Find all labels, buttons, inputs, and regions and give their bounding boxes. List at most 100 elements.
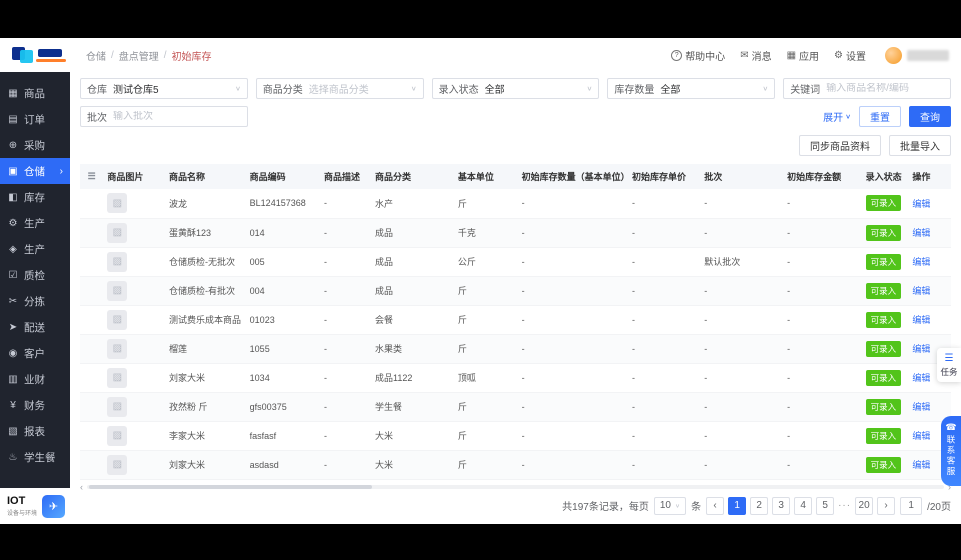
edit-link[interactable]: 编辑 [912, 286, 930, 296]
cell-initial-price: - [628, 189, 701, 219]
page-button[interactable]: 4 [794, 496, 813, 515]
cell-status: 可录入 [861, 363, 909, 393]
cell-batch: - [700, 189, 784, 219]
user-menu[interactable] [885, 46, 949, 64]
edit-link[interactable]: 编辑 [912, 228, 930, 238]
page-button[interactable]: 1 [728, 496, 747, 515]
cell-description: - [320, 450, 371, 480]
page-button[interactable]: 20 [855, 496, 874, 515]
edit-link[interactable]: 编辑 [912, 373, 930, 383]
sidebar-item-inventory[interactable]: ◧ 库存 [0, 184, 70, 210]
sidebar-item-reports[interactable]: ▧ 报表 [0, 418, 70, 444]
sidebar-item-business-finance[interactable]: ▥ 业财 [0, 366, 70, 392]
sidebar-item-warehouse[interactable]: ▣ 仓储 › [0, 158, 70, 184]
prev-page-button[interactable]: ‹ [706, 496, 725, 515]
entry-status-select[interactable]: 录入状态 全部 ∨ [431, 78, 600, 99]
stock-qty-select[interactable]: 库存数量 全部 ∨ [607, 78, 776, 99]
sidebar-item-purchase[interactable]: ⊕ 采购 [0, 132, 70, 158]
edit-link[interactable]: 编辑 [912, 199, 930, 209]
reset-button[interactable]: 重置 [859, 106, 901, 127]
cell-product-name: 仓储质检-有批次 [164, 276, 246, 306]
page-button[interactable]: 5 [816, 496, 835, 515]
apps-button[interactable]: ▦ 应用 [787, 48, 819, 63]
page-button[interactable]: 3 [772, 496, 791, 515]
headset-icon: ☎ [945, 422, 957, 432]
column-header: 录入状态 [861, 164, 909, 189]
edit-link[interactable]: 编辑 [912, 402, 930, 412]
sidebar-item-production-1[interactable]: ⚙ 生产 [0, 210, 70, 236]
warehouse-select[interactable]: 仓库 测试仓库5 ∨ [80, 78, 248, 99]
cell-product-code: fasfasf [245, 421, 321, 451]
factory-icon: ◈ [9, 243, 17, 255]
help-center-button[interactable]: ? 帮助中心 [671, 48, 725, 63]
search-button[interactable]: 查询 [909, 106, 951, 127]
table-row: ▨ 刘家大米 asdasd - 大米斤 - - - - 可录入 编辑 [80, 450, 951, 480]
edit-link[interactable]: 编辑 [912, 431, 930, 441]
scroll-left-icon[interactable]: ‹ [80, 482, 83, 492]
sidebar-item-quality[interactable]: ☑ 质检 [0, 262, 70, 288]
cell-product-name: 仓储质检-无批次 [164, 247, 246, 277]
cell-unit: 公斤 [453, 247, 518, 277]
sidebar-item-sorting[interactable]: ✂ 分拣 [0, 288, 70, 314]
sync-products-button[interactable]: 同步商品资料 [799, 135, 881, 156]
row-leading-cell [80, 247, 104, 277]
sidebar-item-student-meal[interactable]: ♨ 学生餐 [0, 444, 70, 470]
help-icon: ? [671, 49, 683, 61]
sidebar-item-finance[interactable]: ¥ 财务 [0, 392, 70, 418]
next-page-button[interactable]: › [877, 496, 896, 515]
meal-icon: ♨ [8, 451, 18, 463]
edit-link[interactable]: 编辑 [912, 344, 930, 354]
keyword-input[interactable] [826, 83, 944, 94]
sidebar-menu: ▦ 商品 ▤ 订单 ⊕ 采购 ▣ 仓储 › ◧ 库存 ⚙ 生产 ◈ 生产 ☑ 质检 ✂ 分拣 ➤ 配送 ◉ 客户 ▥ 业财 ¥ 财务… [0, 72, 70, 488]
page-size-select[interactable]: 10 ∨ [653, 496, 687, 515]
edit-link[interactable]: 编辑 [912, 315, 930, 325]
row-leading-cell [80, 305, 104, 335]
edit-link[interactable]: 编辑 [912, 460, 930, 470]
scrollbar-thumb[interactable] [89, 484, 372, 489]
page-jump-input[interactable]: 1 [900, 496, 923, 515]
sidebar-item-label: 商品 [24, 87, 45, 100]
sidebar-item-production-2[interactable]: ◈ 生产 [0, 236, 70, 262]
breadcrumb-item[interactable]: 仓储 [86, 48, 106, 63]
category-select[interactable]: 商品分类 选择商品分类 ∨ [255, 78, 424, 99]
chart-icon: ▧ [8, 425, 18, 437]
column-header: 商品编码 [245, 164, 321, 189]
sidebar-item-customer[interactable]: ◉ 客户 [0, 340, 70, 366]
chevron-down-icon: ∨ [845, 112, 851, 121]
expand-toggle[interactable]: 展开 ∨ [823, 109, 851, 124]
chevron-down-icon: ∨ [586, 84, 593, 93]
settings-button[interactable]: ⚙ 设置 [834, 48, 866, 63]
contact-support-float-button[interactable]: ☎ 联系客服 [941, 416, 961, 486]
column-header: 基本单位 [453, 164, 518, 189]
row-leading-cell [80, 392, 104, 422]
sidebar-item-orders[interactable]: ▤ 订单 [0, 106, 70, 132]
edit-link[interactable]: 编辑 [912, 257, 930, 267]
messages-button[interactable]: ✉ 消息 [740, 48, 771, 63]
page-button[interactable]: 2 [750, 496, 769, 515]
sidebar-item-goods[interactable]: ▦ 商品 [0, 80, 70, 106]
batch-input[interactable] [113, 111, 241, 122]
messages-label: 消息 [751, 51, 772, 63]
brand-logo [12, 46, 70, 64]
breadcrumb-item[interactable]: 盘点管理 [119, 48, 159, 63]
user-name-redacted [907, 49, 949, 61]
task-float-button[interactable]: ☰ 任务 [937, 348, 961, 382]
body-row: ▦ 商品 ▤ 订单 ⊕ 采购 ▣ 仓储 › ◧ 库存 ⚙ 生产 ◈ 生产 ☑ 质检 ✂ 分拣 ➤ 配送 ◉ 客户 ▥ 业财 ¥ 财务… [0, 72, 961, 524]
table-row: ▨ 刘家大米 1034- 成品1122 顶呱 - - - - 可录入 编辑 [80, 363, 951, 393]
table-header-row: ☰ 商品图片 商品名称 商品编码 商品描述 商品分类 基本单位 初始库存数量（基本单位） 初始… [80, 164, 951, 189]
table-toolbar: 同步商品资料 批量导入 [80, 135, 951, 156]
sidebar-item-delivery[interactable]: ➤ 配送 [0, 314, 70, 340]
scrollbar-track[interactable] [87, 484, 944, 489]
batch-import-button[interactable]: 批量导入 [889, 135, 951, 156]
horizontal-scrollbar[interactable]: ‹ › [80, 482, 951, 492]
table-row: ▨ 波龙 BL124157368- 水产斤 - - - - 可录入 编辑 [80, 189, 951, 219]
product-image-placeholder: ▨ [107, 251, 128, 272]
cell-batch: - [700, 334, 784, 364]
column-settings-icon[interactable]: ☰ [88, 171, 96, 181]
cell-description: - [320, 218, 371, 248]
cell-initial-amount: - [783, 247, 862, 277]
cell-product-name: 测试费乐成本商品 [164, 305, 246, 335]
product-image-placeholder: ▨ [107, 193, 128, 214]
sidebar-item-label: 业财 [24, 373, 45, 386]
cell-product-code: BL124157368 [245, 189, 321, 219]
